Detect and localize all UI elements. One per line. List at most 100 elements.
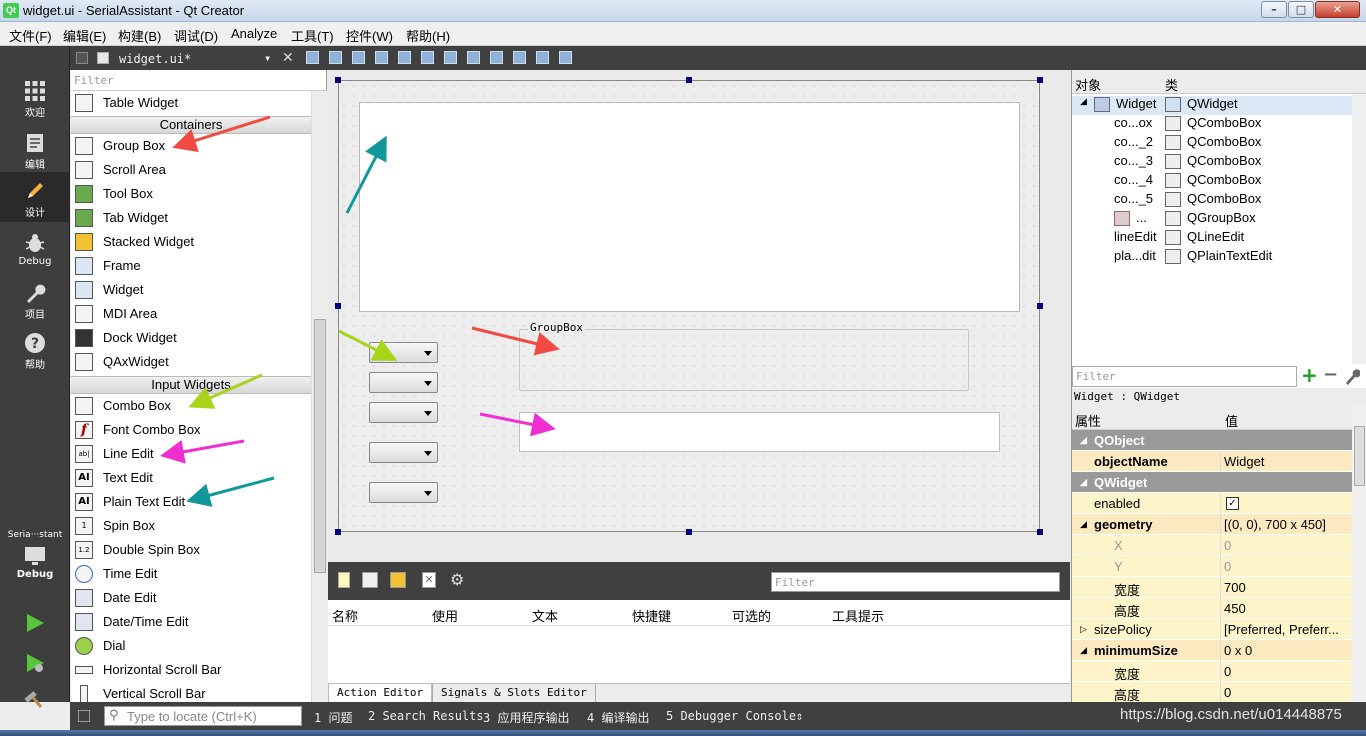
col-shortcut[interactable]: 快捷键 (632, 606, 671, 625)
property-value[interactable]: 0 (1224, 538, 1231, 553)
add-property-icon[interactable]: + (1301, 365, 1319, 386)
tree-row[interactable]: co..._5 QComboBox (1072, 191, 1352, 210)
expand-arrow-icon[interactable]: ◢ (1080, 477, 1087, 488)
output-tab-debugger[interactable]: 5 Debugger Console (666, 709, 796, 723)
enabled-checkbox[interactable]: ✓ (1226, 497, 1239, 510)
combo-box-5[interactable] (369, 482, 438, 503)
group-box[interactable] (519, 329, 969, 391)
list-item[interactable]: Dial (71, 634, 311, 658)
property-value[interactable]: [Preferred, Preferr... (1224, 622, 1339, 637)
col-value[interactable]: 值 (1225, 411, 1238, 430)
col-tooltip[interactable]: 工具提示 (832, 606, 884, 625)
list-item[interactable]: Widget (71, 278, 311, 302)
menu-help[interactable]: 帮助(H) (406, 26, 450, 45)
resize-handle[interactable] (335, 529, 341, 535)
list-item[interactable]: Date/Time Edit (71, 610, 311, 634)
layout-horizontal-icon[interactable] (398, 51, 411, 64)
property-value[interactable]: 0 (1224, 685, 1231, 700)
property-row[interactable]: ◢ QWidget (1072, 472, 1352, 493)
tree-row[interactable]: co..._4 QComboBox (1072, 172, 1352, 191)
tree-row[interactable]: ◢ Widget QWidget (1072, 96, 1352, 115)
property-row[interactable]: ▷ sizePolicy [Preferred, Preferr... (1072, 619, 1352, 640)
kit-selector[interactable]: Seria···stant Debug (0, 530, 70, 580)
output-tab-compile[interactable]: 4 编译输出 (587, 709, 649, 726)
resize-handle[interactable] (686, 77, 692, 83)
tree-row[interactable]: pla...dit QPlainTextEdit (1072, 248, 1352, 267)
expand-arrow-icon[interactable]: ◢ (1080, 435, 1087, 446)
tree-row[interactable]: co..._3 QComboBox (1072, 153, 1352, 172)
tree-row[interactable]: co...ox QComboBox (1072, 115, 1352, 134)
layout-vertical-icon[interactable] (421, 51, 434, 64)
line-edit[interactable] (519, 412, 1000, 452)
list-item[interactable]: Group Box (71, 134, 311, 158)
resize-handle[interactable] (1037, 303, 1043, 309)
property-row[interactable]: 宽度 700 (1072, 577, 1352, 598)
property-row[interactable]: ◢ minimumSize 0 x 0 (1072, 640, 1352, 661)
tree-row[interactable]: co..._2 QComboBox (1072, 134, 1352, 153)
menu-debug[interactable]: 调试(D) (174, 26, 218, 45)
locator-input[interactable]: Type to locate (Ctrl+K) (104, 706, 302, 726)
property-value[interactable]: [(0, 0), 700 x 450] (1224, 517, 1326, 532)
updown-arrows-icon[interactable]: ⇕ (796, 709, 803, 723)
mode-edit[interactable]: 编辑 (0, 132, 70, 171)
property-row[interactable]: ◢ geometry [(0, 0), 700 x 450] (1072, 514, 1352, 535)
mode-design[interactable]: 设计 (0, 172, 70, 222)
menu-widgets[interactable]: 控件(W) (346, 26, 393, 45)
output-tab-search[interactable]: 2 Search Results (368, 709, 484, 723)
tree-row[interactable]: ... QGroupBox (1072, 210, 1352, 229)
category-containers[interactable]: Containers (71, 116, 311, 134)
layout-edit-widgets-icon[interactable] (306, 51, 319, 64)
category-input-widgets[interactable]: Input Widgets (71, 376, 311, 394)
property-row[interactable]: 高度 450 (1072, 598, 1352, 619)
resize-handle[interactable] (1037, 77, 1043, 83)
property-row[interactable]: objectName Widget (1072, 451, 1352, 472)
close-icon[interactable]: ✕ (1315, 1, 1360, 18)
toggle-sidebar-icon[interactable] (78, 710, 90, 722)
layout-form-icon[interactable] (513, 51, 526, 64)
list-item[interactable]: Table Widget (71, 91, 311, 115)
widget-list-scrollbar[interactable] (311, 91, 327, 702)
list-item[interactable]: f Font Combo Box (71, 418, 311, 442)
list-item[interactable]: 1.2 Double Spin Box (71, 538, 311, 562)
edit-buddies-icon[interactable] (352, 51, 365, 64)
configure-wrench-icon[interactable] (1344, 367, 1360, 385)
list-item[interactable]: Time Edit (71, 562, 311, 586)
property-row[interactable]: ◢ QObject (1072, 430, 1352, 451)
list-item[interactable]: Tool Box (71, 182, 311, 206)
property-row[interactable]: Y0 (1072, 556, 1352, 577)
property-value[interactable]: 0 (1224, 664, 1231, 679)
mode-projects[interactable]: 项目 (0, 282, 70, 321)
property-row[interactable]: 宽度 0 (1072, 661, 1352, 682)
col-used[interactable]: 使用 (432, 606, 458, 625)
resize-handle[interactable] (335, 77, 341, 83)
list-item[interactable]: Date Edit (71, 586, 311, 610)
col-name[interactable]: 名称 (332, 606, 358, 625)
property-row[interactable]: enabled ✓ (1072, 493, 1352, 514)
menu-file[interactable]: 文件(F) (9, 26, 52, 45)
list-item[interactable]: MDI Area (71, 302, 311, 326)
action-filter-input[interactable]: Filter (771, 572, 1060, 592)
configure-icon[interactable]: ⚙ (450, 570, 464, 589)
debug-run-icon[interactable] (24, 652, 46, 674)
property-value[interactable]: 700 (1224, 580, 1246, 595)
menu-tools[interactable]: 工具(T) (291, 26, 334, 45)
combo-box-3[interactable] (369, 402, 438, 423)
delete-action-icon[interactable]: ✕ (422, 572, 436, 588)
list-item[interactable]: Tab Widget (71, 206, 311, 230)
layout-grid-icon[interactable] (490, 51, 503, 64)
minimize-icon[interactable]: – (1261, 1, 1287, 18)
scrollbar-thumb[interactable] (1354, 426, 1365, 486)
list-item[interactable]: Scroll Area (71, 158, 311, 182)
property-value[interactable]: Widget (1224, 454, 1264, 469)
list-item[interactable]: 1 Spin Box (71, 514, 311, 538)
combo-box-2[interactable] (369, 372, 438, 393)
list-item[interactable]: ab| Line Edit (71, 442, 311, 466)
combo-box-1[interactable] (369, 342, 438, 363)
list-item[interactable]: QAxWidget (71, 350, 311, 374)
expand-arrow-icon[interactable]: ▷ (1080, 624, 1087, 635)
menu-edit[interactable]: 编辑(E) (63, 26, 106, 45)
plain-text-edit[interactable] (359, 102, 1020, 312)
property-filter-input[interactable]: Filter (1072, 366, 1297, 387)
new-action-icon[interactable] (338, 572, 350, 588)
edit-signals-icon[interactable] (329, 51, 342, 64)
